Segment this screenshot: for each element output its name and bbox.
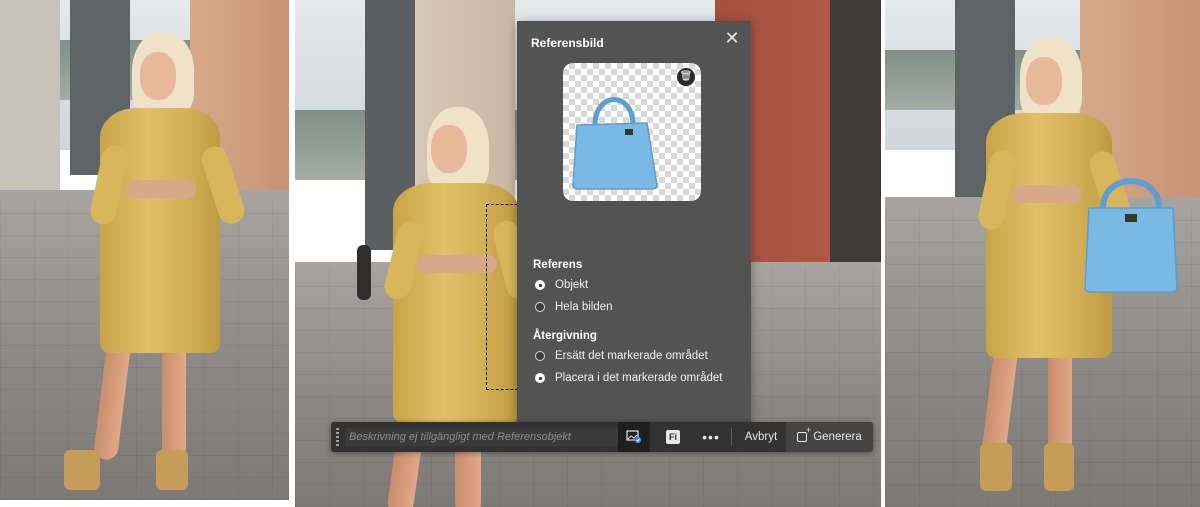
building-left — [0, 0, 60, 200]
firefly-button[interactable]: Fi — [658, 422, 688, 452]
rendering-section-title: Återgivning — [533, 330, 597, 342]
handbag — [1084, 178, 1178, 293]
generate-icon — [797, 425, 811, 442]
woman-figure — [60, 30, 260, 500]
photo-before — [0, 0, 289, 500]
reference-image-thumbnail: 🗑 — [563, 63, 701, 201]
radio-unselected-icon[interactable] — [535, 302, 545, 312]
toolbar-divider — [731, 428, 732, 446]
cancel-label: Avbryt — [744, 431, 778, 443]
generate-button[interactable]: Generera — [786, 422, 873, 452]
fi-label: Fi — [666, 430, 680, 444]
trash-icon[interactable]: 🗑 — [677, 68, 695, 86]
radio-replace-selection[interactable]: Ersätt det markerade området — [535, 350, 708, 362]
radio-objekt[interactable]: Objekt — [535, 279, 588, 291]
radio-selected-icon[interactable] — [535, 280, 545, 290]
photo-after — [885, 0, 1200, 507]
drag-handle[interactable] — [336, 428, 339, 446]
generate-label: Generera — [813, 431, 862, 443]
more-options-button[interactable]: ••• — [697, 422, 725, 452]
cancel-button[interactable]: Avbryt — [736, 422, 786, 452]
dialog-title: Referensbild — [531, 36, 604, 50]
radio-label: Hela bilden — [555, 301, 613, 313]
more-icon: ••• — [702, 429, 720, 445]
passerby — [357, 245, 371, 300]
contextual-task-bar: Fi ••• Avbryt Generera — [331, 422, 873, 452]
radio-label: Objekt — [555, 279, 589, 291]
radio-unselected-icon[interactable] — [535, 351, 545, 361]
reference-section-title: Referens — [533, 259, 583, 271]
prompt-input[interactable] — [345, 428, 621, 446]
reference-image-dialog: Referensbild ✕ 🗑 Referens Objekt Hela bi… — [517, 21, 751, 422]
radio-place-in-selection[interactable]: Placera i det markerade området — [535, 372, 722, 384]
reference-image-button[interactable] — [618, 422, 650, 452]
close-icon[interactable]: ✕ — [721, 27, 743, 49]
radio-label: Placera i det markerade området — [555, 372, 723, 384]
radio-selected-icon[interactable] — [535, 373, 545, 383]
reference-image-icon — [626, 430, 642, 444]
radio-label: Ersätt det markerade området — [555, 350, 708, 362]
radio-hela-bilden[interactable]: Hela bilden — [535, 301, 613, 313]
